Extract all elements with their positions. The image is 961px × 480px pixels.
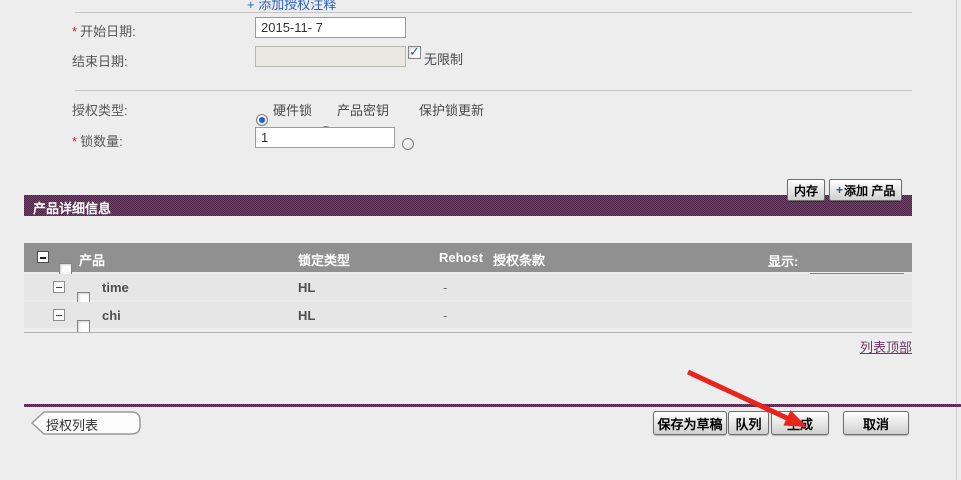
rehost-value: - xyxy=(443,308,447,323)
col-lock-type: 锁定类型 xyxy=(298,250,350,269)
footer-divider xyxy=(24,404,961,407)
product-details-section-header: 产品详细信息 xyxy=(24,195,912,216)
radio-hardware-lock[interactable] xyxy=(256,114,268,126)
unlimited-label: 无限制 xyxy=(424,49,463,68)
table-bottom-border xyxy=(24,332,912,333)
start-date-input[interactable] xyxy=(255,17,406,38)
row-collapse-icon[interactable] xyxy=(53,309,65,321)
radio-product-key-label: 产品密钥 xyxy=(337,100,389,119)
add-product-button[interactable]: +添加 产品 xyxy=(829,179,902,201)
generate-button[interactable]: 生成 xyxy=(771,411,829,435)
table-row[interactable]: time HL - xyxy=(24,274,912,300)
radio-dongle-update-label: 保护锁更新 xyxy=(419,100,484,119)
queue-button[interactable]: 队列 xyxy=(728,411,769,435)
col-rehost: Rehost xyxy=(439,250,483,265)
lock-count-label: *锁数量: xyxy=(72,131,123,150)
start-date-label: *开始日期: xyxy=(72,21,136,40)
row-collapse-icon[interactable] xyxy=(53,281,65,293)
license-type-label: 授权类型: xyxy=(72,100,128,119)
license-form-page: + 添加授权注释 *开始日期: 结束日期: 无限制 授权类型: 硬件锁 产品密钥… xyxy=(0,0,961,480)
lock-type-value: HL xyxy=(298,308,315,323)
lock-count-input[interactable] xyxy=(255,127,395,148)
product-name: chi xyxy=(102,308,121,323)
cancel-button[interactable]: 取消 xyxy=(843,411,909,435)
license-list-back-button[interactable]: 授权列表 xyxy=(28,410,144,436)
unlimited-checkbox[interactable] xyxy=(408,46,421,59)
plus-icon: + xyxy=(836,183,843,197)
save-draft-button[interactable]: 保存为草稿 xyxy=(653,411,727,435)
top-of-list-link[interactable]: 列表顶部 xyxy=(860,337,912,356)
product-name: time xyxy=(102,280,129,295)
end-date-label: 结束日期: xyxy=(72,51,128,70)
memory-button[interactable]: 内存 xyxy=(787,179,825,201)
divider xyxy=(75,12,912,13)
collapse-all-icon[interactable] xyxy=(37,251,49,263)
required-mark: * xyxy=(72,24,77,39)
col-product: 产品 xyxy=(79,250,105,269)
radio-dongle-update[interactable] xyxy=(402,138,414,150)
required-mark: * xyxy=(72,134,77,149)
section-title: 产品详细信息 xyxy=(33,198,111,217)
table-row[interactable]: chi HL - xyxy=(24,302,912,328)
col-license-terms: 授权条款 xyxy=(493,250,545,269)
show-label: 显示: xyxy=(768,251,798,270)
back-button-label: 授权列表 xyxy=(46,415,98,434)
rehost-value: - xyxy=(443,280,447,295)
radio-hardware-lock-label: 硬件锁 xyxy=(273,100,312,119)
product-table-header: 产品 锁定类型 Rehost 授权条款 显示: 可配置的 xyxy=(24,243,912,272)
end-date-input xyxy=(255,46,406,67)
lock-type-value: HL xyxy=(298,280,315,295)
divider xyxy=(75,90,912,91)
window-edge-divider xyxy=(956,0,957,480)
